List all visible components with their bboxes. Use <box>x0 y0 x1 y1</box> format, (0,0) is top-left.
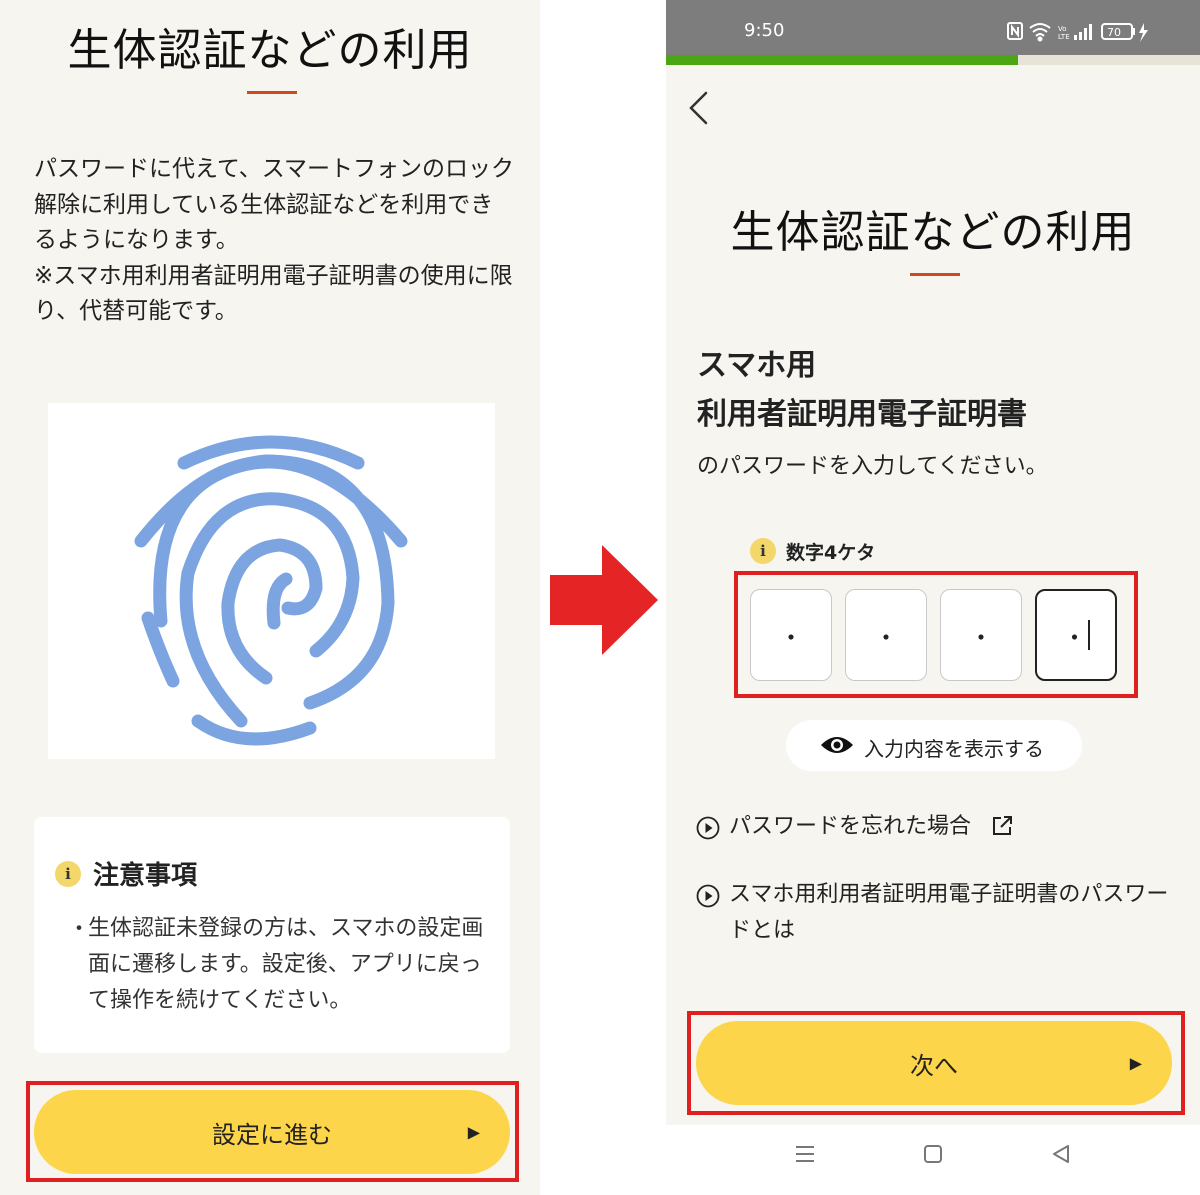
title-underline <box>910 273 960 276</box>
info-icon: i <box>55 861 81 887</box>
back-chevron-icon[interactable] <box>684 90 714 126</box>
proceed-to-settings-button[interactable]: 設定に進む ▶ <box>34 1090 510 1174</box>
password-instruction: のパスワードを入力してください。 <box>697 454 1048 479</box>
system-nav-bar <box>666 1125 1200 1195</box>
page-title: 生体認証などの利用 <box>67 25 473 76</box>
signal-icon: Vo LTE <box>1058 24 1092 41</box>
pin-digit-4[interactable]: ・ <box>1035 589 1117 681</box>
info-icon: i <box>750 538 776 564</box>
certificate-name-line1: スマホ用 <box>697 348 817 383</box>
nav-menu-icon[interactable] <box>794 1143 816 1165</box>
nav-back-icon[interactable] <box>1050 1143 1072 1165</box>
right-phone-screen: 9:50 Vo LTE 70 生体認証などの利用 スマホ用 利用者証明用電子証明… <box>666 0 1200 1195</box>
fingerprint-icon <box>134 435 408 746</box>
svg-text:LTE: LTE <box>1058 33 1070 41</box>
arrow-right-icon: ▶ <box>467 1122 480 1142</box>
left-phone-screen: 生体認証などの利用 パスワードに代えて、スマートフォンのロック解除に利用している… <box>0 0 540 1195</box>
pin-dot: ・ <box>779 623 803 652</box>
external-link-icon <box>993 816 1012 835</box>
progress-bar <box>666 55 1200 65</box>
status-icons: Vo LTE 70 <box>1007 22 1148 42</box>
button-label: 設定に進む <box>212 1120 332 1149</box>
button-label: 次へ <box>910 1051 958 1080</box>
flow-arrow-icon <box>550 545 658 655</box>
description-text: パスワードに代えて、スマートフォンのロック解除に利用している生体認証などを利用で… <box>34 156 515 253</box>
page-title: 生体認証などの利用 <box>730 207 1136 258</box>
title-underline <box>247 91 297 94</box>
notice-title: 注意事項 <box>93 861 198 891</box>
show-input-label: 入力内容を表示する <box>864 737 1044 761</box>
battery-icon: 70 <box>1101 23 1148 42</box>
eye-icon <box>821 737 853 753</box>
pin-digit-2[interactable]: ・ <box>845 589 927 681</box>
notice-body: 生体認証未登録の方は、スマホの設定画面に遷移します。設定後、アプリに戻って操作を… <box>88 916 484 1013</box>
status-time: 9:50 <box>744 20 785 41</box>
play-circle-icon <box>696 816 720 840</box>
notice-card: i 注意事項 ・ 生体認証未登録の方は、スマホの設定画面に遷移します。設定後、ア… <box>34 817 510 1053</box>
forgot-password-text: パスワードを忘れた場合 <box>729 814 972 839</box>
pin-dot: ・ <box>1062 623 1087 652</box>
svg-text:Vo: Vo <box>1058 25 1067 33</box>
nfc-icon <box>1007 22 1023 40</box>
arrow-right-icon: ▶ <box>1129 1053 1142 1073</box>
show-input-button[interactable]: 入力内容を表示する <box>786 720 1082 771</box>
certificate-name-line2: 利用者証明用電子証明書 <box>697 397 1027 432</box>
certificate-password-info-text: スマホ用利用者証明用電子証明書のパスワードとは <box>729 882 1169 943</box>
play-circle-icon <box>696 884 720 908</box>
fingerprint-illustration <box>48 403 495 759</box>
pin-dot: ・ <box>874 623 898 652</box>
pin-dot: ・ <box>969 623 993 652</box>
pin-digit-3[interactable]: ・ <box>940 589 1022 681</box>
wifi-icon <box>1029 23 1051 42</box>
pin-digit-1[interactable]: ・ <box>750 589 832 681</box>
nav-home-icon[interactable] <box>922 1143 944 1165</box>
battery-level: 70 <box>1107 26 1121 39</box>
status-bar: 9:50 Vo LTE 70 <box>666 0 1200 55</box>
next-button[interactable]: 次へ ▶ <box>696 1021 1172 1105</box>
progress-fill <box>666 55 1019 65</box>
description: パスワードに代えて、スマートフォンのロック解除に利用している生体認証などを利用で… <box>34 152 514 330</box>
forgot-password-link[interactable]: パスワードを忘れた場合 <box>696 809 1036 845</box>
notice-bullet: ・ <box>68 917 91 942</box>
certificate-password-info-link[interactable]: スマホ用利用者証明用電子証明書のパスワードとは <box>696 877 1176 949</box>
text-cursor <box>1087 620 1090 650</box>
description-note: ※スマホ用利用者証明用電子証明書の使用に限り、代替可能です。 <box>34 262 513 325</box>
digits-hint: 数字4ケタ <box>786 542 876 564</box>
